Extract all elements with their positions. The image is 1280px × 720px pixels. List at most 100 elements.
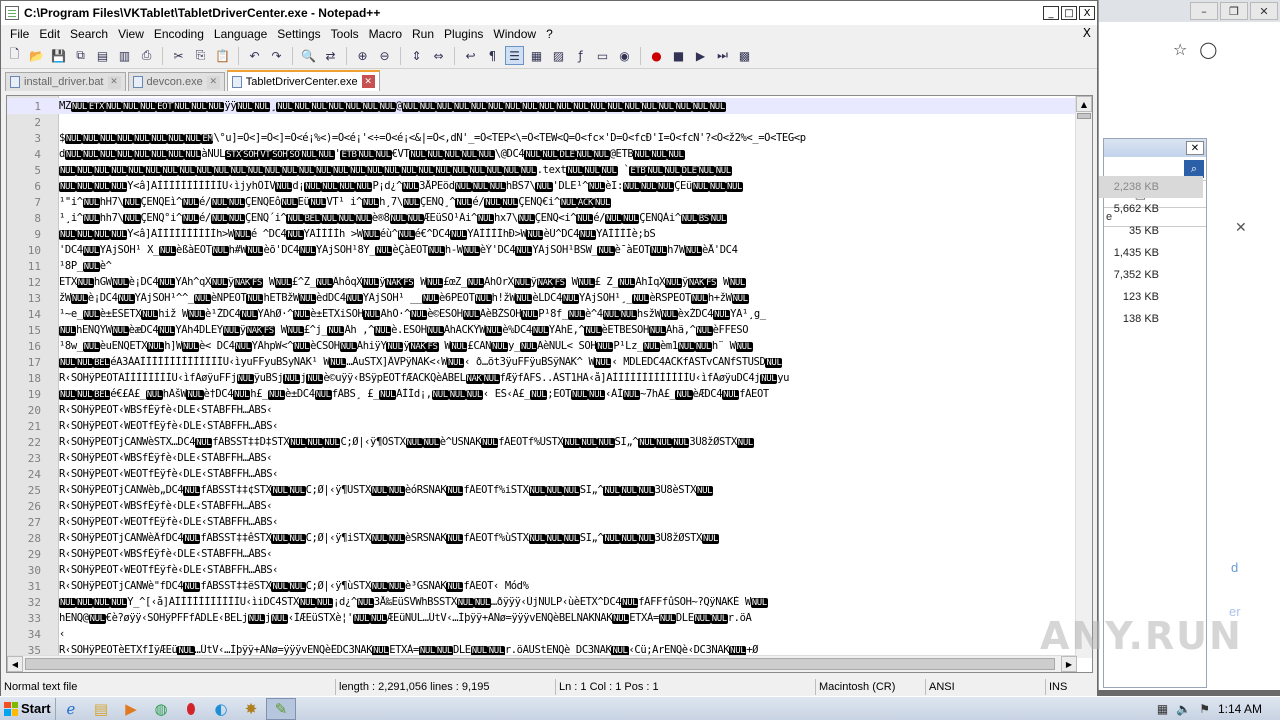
link-text[interactable]: d (1231, 560, 1238, 575)
file-size-row[interactable]: 35 KB (1099, 220, 1203, 242)
file-size-row[interactable]: 7,352 KB (1099, 264, 1203, 286)
text-editor[interactable]: 1 MZNUL ETX NUL NUL NUL EOT NUL NUL NULÿÿNUL NUL¸N… (6, 95, 1093, 673)
doc-map-icon[interactable]: ▨ (549, 46, 568, 65)
browser-minimize-button[interactable]: – (1190, 2, 1218, 20)
stop-macro-icon[interactable]: ■ (669, 46, 688, 65)
record-macro-icon[interactable]: ● (647, 46, 666, 65)
editor-line[interactable]: 6 NUL NUL NUL NULY<â]ÃÌÌÌÌÌÌÌÌÌÌÌU‹ìjyhÔÏVNU… (7, 178, 1079, 194)
editor-line[interactable]: 14 ¹~e_NULè±ESETXNULhiž WNULè¹ŽDC4NULYÃhØ… (7, 306, 1079, 322)
copy-icon[interactable]: ⎘ (191, 46, 210, 65)
close-document-button[interactable]: X (1083, 26, 1091, 40)
tab-tabletdrivercenter-exe[interactable]: TabletDriverCenter.exe ✕ (226, 70, 380, 91)
browser-close-button[interactable]: ✕ (1250, 2, 1278, 20)
profile-icon[interactable]: ◯ (1199, 40, 1217, 59)
file-size-row[interactable]: 123 KB (1099, 286, 1203, 308)
editor-line[interactable]: 18 R‹SOHÿPEOTÃÌÌÌÌÌÌÌÌU‹ìfÄøÿuFFjNULÿuBSj… (7, 370, 1079, 386)
file-size-row[interactable]: 5,662 KB (1099, 198, 1203, 220)
tab-install-driver-bat[interactable]: install_driver.bat ✕ (5, 72, 126, 91)
editor-line[interactable]: 26 R‹SOHÿPEOT‹WBSfÈÿfè‹DLE‹STÀBFFH…ÀBS‹ (7, 498, 1079, 514)
editor-line[interactable]: 9 NUL NUL NUL NULY<â]ÃÌÌÌÌÌÌÌÌÌÌh>WNULé ^DC4… (7, 226, 1079, 242)
sync-horizontal-icon[interactable]: ⇔ (429, 46, 448, 65)
file-size-row[interactable]: 1,435 KB (1099, 242, 1203, 264)
menu-macro[interactable]: Macro (364, 27, 407, 41)
flag-icon[interactable]: ⚑ (1199, 702, 1210, 716)
word-wrap-icon[interactable]: ↩ (461, 46, 480, 65)
editor-line[interactable]: 5 NUL NUL NUL NUL NUL NUL NUL NUL NUL NUL NUL NUL NUL… (7, 162, 1079, 178)
editor-line[interactable]: 11 ¹8P_NULè^ (7, 258, 1079, 274)
tab-close-icon[interactable]: ✕ (107, 75, 121, 89)
edge-icon[interactable]: ◐ (206, 698, 236, 720)
bookmark-star-icon[interactable]: ☆ (1173, 40, 1187, 59)
internet-explorer-icon[interactable]: ℯ (56, 698, 86, 720)
browser-restore-button[interactable]: ❐ (1220, 2, 1248, 20)
editor-line[interactable]: 22 R‹SOHÿPEOTjCANWèSTX…DC4NULfÄBSST‡‡D‡ST… (7, 434, 1079, 450)
editor-line[interactable]: 20 R‹SOHÿPEOT‹WBSfÈÿfè‹DLE‹STÀBFFH…ÀBS‹ (7, 402, 1079, 418)
menu-search[interactable]: Search (65, 27, 113, 41)
editor-line[interactable]: 19 NUL NUL BELé€£Ä£_NULhÄšWNULè†DC4NULh£_NU… (7, 386, 1079, 402)
menu-encoding[interactable]: Encoding (149, 27, 209, 41)
media-player-icon[interactable]: ▶ (116, 698, 146, 720)
close-all-icon[interactable]: ▥ (115, 46, 134, 65)
maximize-button[interactable]: □ (1061, 6, 1077, 20)
function-list-icon[interactable]: ƒ (571, 46, 590, 65)
monitoring-icon[interactable]: ◉ (615, 46, 634, 65)
save-all-icon[interactable]: ⧉ (71, 46, 90, 65)
cut-icon[interactable]: ✂ (169, 46, 188, 65)
save-icon[interactable]: 💾 (49, 46, 68, 65)
menu-plugins[interactable]: Plugins (439, 27, 488, 41)
run-macro-multiple-icon[interactable]: ⏭ (713, 46, 732, 65)
editor-line[interactable]: 21 R‹SOHÿPEOT‹WEOTfÈÿfè‹DLE‹STÀBFFH…ÀBS‹ (7, 418, 1079, 434)
editor-line[interactable]: 25 R‹SOHÿPEOTjCANWèb„DC4NULfÄBSST‡‡¢STXNU… (7, 482, 1079, 498)
status-eol[interactable]: Macintosh (CR) (815, 679, 925, 695)
explorer-close-button[interactable]: ✕ (1186, 141, 1204, 155)
save-macro-icon[interactable]: ▩ (735, 46, 754, 65)
editor-line[interactable]: 10 'DC4NULYÃjSOH¹ X_NULèßàEOTNULh#WNULèõ'… (7, 242, 1079, 258)
file-explorer-icon[interactable]: ▤ (86, 698, 116, 720)
vertical-scroll-thumb[interactable] (1077, 113, 1091, 119)
menu-tools[interactable]: Tools (326, 27, 364, 41)
menu-file[interactable]: File (5, 27, 34, 41)
zoom-out-icon[interactable]: ⊖ (375, 46, 394, 65)
editor-line[interactable]: 16 ¹8w_NULèuENQETXNULh]WNULè< DC4NULYÃhpW… (7, 338, 1079, 354)
horizontal-scroll-thumb[interactable] (25, 658, 1055, 670)
redo-icon[interactable]: ↷ (267, 46, 286, 65)
volume-icon[interactable]: 🔈 (1176, 702, 1191, 716)
scroll-right-icon[interactable]: ▶ (1061, 656, 1077, 672)
replace-icon[interactable]: ⇄ (321, 46, 340, 65)
folder-workspace-icon[interactable]: ▭ (593, 46, 612, 65)
editor-line[interactable]: 27 R‹SOHÿPEOT‹WEOTfÈÿfè‹DLE‹STÀBFFH…ÀBS‹ (7, 514, 1079, 530)
editor-line[interactable]: 4 dNUL NUL NUL NUL NUL NUL NUL NULàNULSTX SOH VT SO… (7, 146, 1079, 162)
editor-line[interactable]: 29 R‹SOHÿPEOT‹WBSfÈÿfè‹DLE‹STÀBFFH…ÀBS‹ (7, 546, 1079, 562)
minimize-button[interactable]: _ (1043, 6, 1059, 20)
editor-line[interactable]: 28 R‹SOHÿPEOTjCANWèÂfDC4NULfÄBSST‡‡êSTXNU… (7, 530, 1079, 546)
editor-line[interactable]: 8 ¹¸i^NULhh7\NULÇENQ°i^NULé/NUL NULÇENQ´i^… (7, 210, 1079, 226)
find-icon[interactable]: 🔍 (299, 46, 318, 65)
new-file-icon[interactable]: 🗋 (5, 46, 24, 65)
editor-line[interactable]: 13 žWNULè¡DC4NULYÃjSOH¹^^_NULèNPEOTNULhET… (7, 290, 1079, 306)
tab-close-icon[interactable]: ✕ (361, 75, 375, 88)
editor-line[interactable]: 23 R‹SOHÿPEOT‹WBSfÈÿfè‹DLE‹STÀBFFH…ÀBS‹ (7, 450, 1079, 466)
search-icon[interactable]: ⌕ (1184, 159, 1204, 178)
close-button[interactable]: X (1079, 6, 1095, 20)
editor-line[interactable]: 15 NULhENQŸWNULèæDC4NULYÃh4DLEYNULÿNAK FS … (7, 322, 1079, 338)
menu-view[interactable]: View (113, 27, 149, 41)
play-macro-icon[interactable]: ▶ (691, 46, 710, 65)
editor-line[interactable]: 32 NUL NUL NUL NULY_^[‹å]ÃÌÌÌÌÌÌÌÌÌÌÌU‹ìiDC4… (7, 594, 1079, 610)
start-button[interactable]: Start (0, 697, 56, 720)
network-icon[interactable]: ▦ (1157, 702, 1168, 716)
udl-icon[interactable]: ▦ (527, 46, 546, 65)
paste-icon[interactable]: 📋 (213, 46, 232, 65)
editor-line[interactable]: 12 ETXNULhGWNULè¡DC4NULYÃh^qXNULÿNAK FS WN… (7, 274, 1079, 290)
editor-line[interactable]: 34 ‹ (7, 626, 1079, 642)
sync-vertical-icon[interactable]: ⇕ (407, 46, 426, 65)
chrome-icon[interactable]: ◍ (146, 698, 176, 720)
tab-close-icon[interactable]: ✕ (206, 75, 220, 89)
vktablet-icon[interactable]: ✸ (236, 698, 266, 720)
print-icon[interactable]: ⎙ (137, 46, 156, 65)
editor-line[interactable]: 3 $NUL NUL NUL NUL NUL NUL NUL NUL EM\°u]=Ô<]=Ô<]… (7, 130, 1079, 146)
zoom-in-icon[interactable]: ⊕ (353, 46, 372, 65)
menu-settings[interactable]: Settings (272, 27, 325, 41)
indent-guide-icon[interactable]: ☰ (505, 46, 524, 65)
editor-line[interactable]: 2 (7, 114, 1079, 130)
tab-devcon-exe[interactable]: devcon.exe ✕ (127, 72, 225, 91)
